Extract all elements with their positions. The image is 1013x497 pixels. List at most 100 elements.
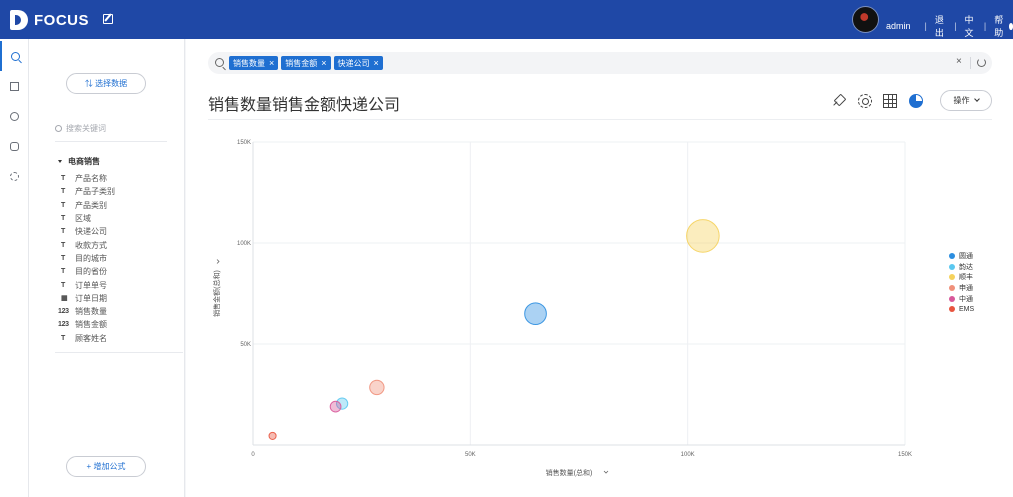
keyword-placeholder: 搜索关键词: [66, 124, 106, 133]
field-label: 收款方式: [75, 240, 107, 250]
gear-icon: [10, 171, 19, 181]
add-formula-button[interactable]: + 增加公式: [66, 456, 146, 477]
number-type-icon: 123: [58, 308, 69, 316]
data-point: [329, 400, 342, 413]
field-label: 目的省份: [75, 267, 107, 277]
avatar[interactable]: [852, 6, 879, 33]
field-item[interactable]: T 目的省份: [61, 265, 181, 278]
text-type-icon: T: [61, 254, 65, 262]
tree-root-ecommerce[interactable]: 电商销售: [58, 156, 100, 167]
divider: |: [983, 21, 987, 31]
legend-label: EMS: [959, 305, 975, 313]
field-list: T 产品名称 T 产品子类别 T 产品类别 T 区域 T 快递公司 T 收款方式 T 目的城市 T 目的省份 T…: [58, 172, 181, 345]
x-tick-label: 100K: [681, 452, 695, 458]
field-item[interactable]: T 顾客姓名: [61, 332, 181, 345]
scatter-chart: 0 50K 100K 150K 50K 100K 150K 销售数量(总和) 销售金额(总和): [212, 140, 912, 477]
board-icon: [10, 81, 19, 91]
username[interactable]: admin: [886, 21, 911, 31]
text-type-icon: T: [61, 334, 65, 342]
settings-nav[interactable]: [0, 161, 29, 191]
chart-legend: 圆通韵达顺丰申通中通 EMS: [949, 251, 974, 315]
text-type-icon: T: [61, 175, 65, 183]
field-label: 销售数量: [75, 307, 107, 317]
x-axis-label: 销售数量(总和): [546, 468, 593, 477]
field-item[interactable]: T 收款方式: [61, 238, 181, 251]
field-label: 产品类别: [75, 200, 107, 210]
field-item[interactable]: T 产品名称: [61, 172, 181, 185]
text-type-icon: T: [61, 228, 65, 236]
field-label: 目的城市: [75, 253, 107, 263]
legend-dot-icon: [949, 285, 955, 292]
field-item[interactable]: T 订单单号: [61, 278, 181, 291]
data-panel: ⇅ 选择数据 搜索关键词 电商销售 T 产品名称 T 产品子类别 T 产品类别 T 区域 T 快递…: [29, 39, 185, 497]
field-item[interactable]: 123 销售数量: [58, 305, 181, 318]
field-item[interactable]: T 快递公司: [61, 225, 181, 238]
legend-label: 顺丰: [959, 274, 973, 282]
legend-item[interactable]: EMS: [949, 304, 974, 315]
field-label: 快递公司: [75, 227, 107, 237]
help-icon[interactable]: [1008, 22, 1013, 30]
legend-dot-icon: [949, 295, 955, 302]
field-item[interactable]: ▦ 订单日期: [61, 292, 181, 305]
field-item[interactable]: T 区域: [61, 212, 181, 225]
legend-label: 韵达: [959, 263, 973, 271]
divider: |: [924, 21, 927, 31]
text-type-icon: T: [61, 268, 65, 276]
text-type-icon: T: [61, 188, 65, 196]
data-point: [686, 219, 720, 253]
top-right-menu: admin | 退出 | 中文 | 帮助: [886, 13, 1013, 39]
legend-dot-icon: [949, 274, 955, 281]
legend-label: 圆通: [959, 253, 973, 261]
field-item[interactable]: T 目的城市: [61, 252, 181, 265]
caret-down-icon[interactable]: [58, 160, 62, 163]
search-icon: [55, 125, 62, 132]
field-label: 销售金额: [75, 320, 107, 330]
select-data-button[interactable]: ⇅ 选择数据: [66, 73, 146, 94]
field-item[interactable]: T 产品子类别: [61, 185, 181, 198]
legend-item[interactable]: 申通: [949, 283, 974, 294]
data-nav[interactable]: [0, 131, 29, 161]
y-tick-label: 100K: [237, 241, 251, 247]
legend-item[interactable]: 中通: [949, 293, 974, 304]
field-label: 顾客姓名: [75, 333, 107, 343]
legend-item[interactable]: 圆通: [949, 251, 974, 262]
database-icon: [10, 141, 19, 151]
text-type-icon: T: [61, 201, 65, 209]
help-nav[interactable]: [0, 101, 29, 131]
y-axis-label: 销售金额(总和): [212, 270, 221, 317]
logo-icon: [10, 10, 28, 30]
legend-dot-icon: [949, 263, 955, 270]
legend-dot-icon: [949, 306, 955, 313]
legend-label: 中通: [959, 295, 973, 303]
legend-item[interactable]: 韵达: [949, 262, 974, 273]
data-point: [268, 431, 277, 440]
field-label: 订单单号: [75, 280, 107, 290]
legend-item[interactable]: 顺丰: [949, 272, 974, 283]
field-label: 区域: [75, 214, 91, 224]
divider: [55, 352, 183, 353]
logout-link[interactable]: 退出: [935, 13, 946, 39]
y-tick-label: 150K: [237, 140, 251, 146]
field-label: 订单日期: [75, 293, 107, 303]
number-type-icon: 123: [58, 321, 69, 329]
search-nav[interactable]: [0, 41, 29, 71]
field-item[interactable]: 123 销售金额: [58, 318, 181, 331]
data-point: [369, 379, 385, 396]
legend-label: 申通: [959, 285, 973, 293]
help-link[interactable]: 帮助: [994, 13, 1005, 39]
logo[interactable]: FOCUS: [10, 9, 89, 31]
x-tick-label: 150K: [898, 452, 912, 458]
top-bar: FOCUS admin | 退出 | 中文 | 帮助: [0, 0, 1013, 39]
icon-sidebar: [0, 39, 29, 497]
field-item[interactable]: T 产品类别: [61, 199, 181, 212]
dashboard-nav[interactable]: [0, 71, 29, 101]
edit-icon[interactable]: [103, 14, 113, 24]
x-tick-label: 50K: [465, 452, 476, 458]
main-area: 销售数量 × 销售金额 × 快递公司 × × 销售数量销售金额快递公司 操作 0 50K 10…: [186, 39, 1013, 497]
chevron-down-icon: [216, 259, 220, 264]
x-tick-label: 0: [251, 452, 255, 458]
language-link[interactable]: 中文: [965, 13, 976, 39]
keyword-search-input[interactable]: 搜索关键词: [55, 123, 167, 142]
legend-dot-icon: [949, 253, 955, 260]
date-type-icon: ▦: [61, 295, 68, 303]
